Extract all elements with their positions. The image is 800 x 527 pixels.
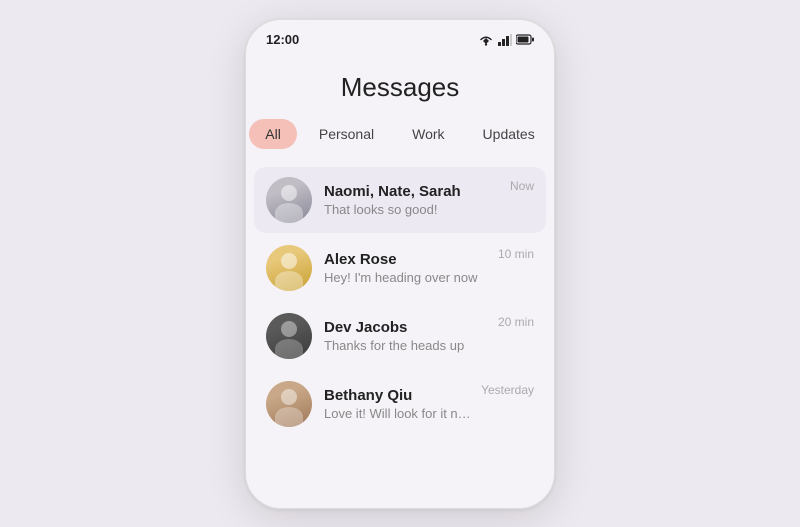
message-preview: Hey! I'm heading over now — [324, 270, 490, 285]
message-content: Dev Jacobs Thanks for the heads up — [324, 319, 490, 353]
list-item[interactable]: Naomi, Nate, Sarah That looks so good! N… — [254, 167, 546, 233]
message-content: Naomi, Nate, Sarah That looks so good! — [324, 183, 502, 217]
tab-work[interactable]: Work — [396, 119, 460, 149]
battery-icon — [516, 34, 534, 45]
message-list: Naomi, Nate, Sarah That looks so good! N… — [246, 167, 554, 508]
message-preview: Love it! Will look for it now — [324, 406, 473, 421]
avatar — [266, 177, 312, 223]
status-bar: 12:00 — [246, 20, 554, 54]
message-name: Dev Jacobs — [324, 319, 490, 336]
message-content: Alex Rose Hey! I'm heading over now — [324, 251, 490, 285]
message-time: Yesterday — [481, 381, 534, 397]
status-icons — [478, 34, 534, 46]
wifi-icon — [478, 34, 494, 46]
signal-icon — [498, 34, 512, 46]
message-name: Alex Rose — [324, 251, 490, 268]
message-preview: That looks so good! — [324, 202, 502, 217]
avatar — [266, 245, 312, 291]
message-name: Naomi, Nate, Sarah — [324, 183, 502, 200]
list-item[interactable]: Bethany Qiu Love it! Will look for it no… — [254, 371, 546, 437]
list-item[interactable]: Alex Rose Hey! I'm heading over now 10 m… — [254, 235, 546, 301]
list-item[interactable]: Dev Jacobs Thanks for the heads up 20 mi… — [254, 303, 546, 369]
tab-all[interactable]: All — [249, 119, 297, 149]
avatar — [266, 313, 312, 359]
message-time: Now — [510, 177, 534, 193]
tab-personal[interactable]: Personal — [303, 119, 390, 149]
tab-updates[interactable]: Updates — [467, 119, 551, 149]
avatar — [266, 381, 312, 427]
phone-frame: 12:00 Messages Al — [245, 19, 555, 509]
message-time: 20 min — [498, 313, 534, 329]
status-time: 12:00 — [266, 32, 299, 47]
filter-tabs: All Personal Work Updates — [246, 119, 554, 149]
message-preview: Thanks for the heads up — [324, 338, 490, 353]
message-content: Bethany Qiu Love it! Will look for it no… — [324, 387, 473, 421]
message-name: Bethany Qiu — [324, 387, 473, 404]
message-time: 10 min — [498, 245, 534, 261]
page-title: Messages — [246, 72, 554, 103]
